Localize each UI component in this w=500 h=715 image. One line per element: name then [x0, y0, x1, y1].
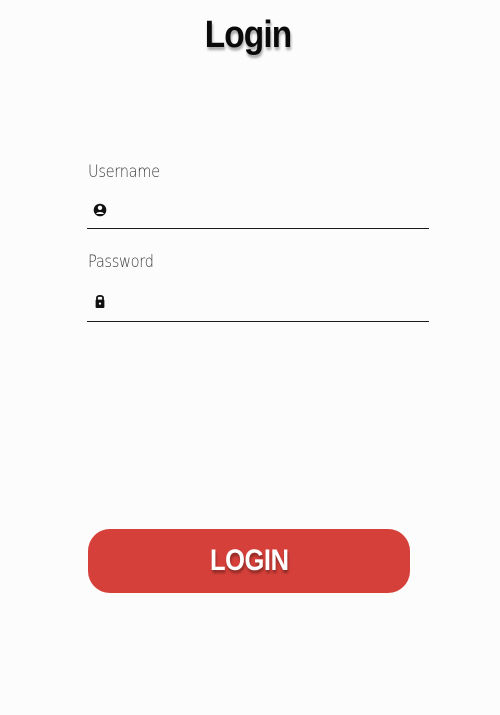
username-field: Username	[87, 162, 429, 232]
password-field: Password	[87, 252, 429, 324]
lock-icon	[93, 292, 107, 310]
username-input[interactable]	[117, 200, 425, 222]
login-button[interactable]: LOGIN	[88, 529, 410, 593]
account-circle-icon	[93, 201, 107, 219]
page-title: Login	[204, 14, 292, 56]
password-label: Password	[88, 252, 154, 272]
login-button-label: LOGIN	[209, 544, 289, 577]
username-label: Username	[88, 162, 160, 182]
username-input-row[interactable]	[87, 192, 429, 229]
password-input-row[interactable]	[87, 282, 429, 322]
password-input[interactable]	[117, 292, 425, 314]
